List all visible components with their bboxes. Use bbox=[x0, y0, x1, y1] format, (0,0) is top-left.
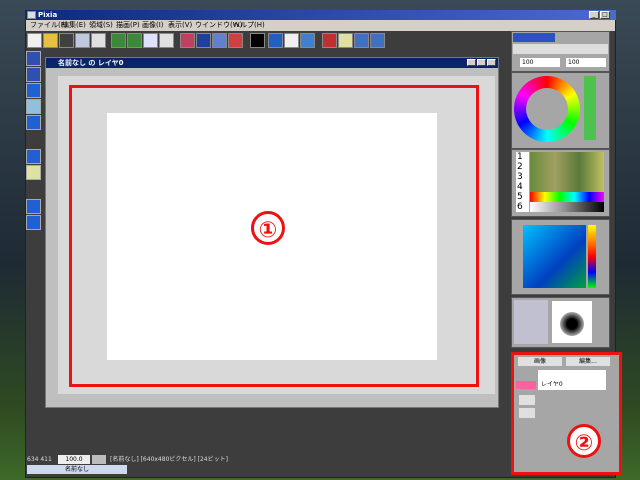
callout-one: ① bbox=[251, 211, 285, 245]
pen-tool-icon[interactable] bbox=[26, 67, 41, 82]
palette-row-4[interactable]: 4 bbox=[517, 182, 523, 192]
status-info: [名前なし] [640x480ピクセル] [24ビット] bbox=[110, 456, 228, 463]
palette-row-1[interactable]: 1 bbox=[517, 152, 523, 162]
window-title: Pixia bbox=[38, 11, 58, 19]
brush-preview-dot bbox=[560, 312, 584, 336]
canvas-title: 名前なし の レイヤ0 bbox=[58, 59, 124, 67]
canvas-close-button[interactable] bbox=[487, 59, 496, 66]
gradient-tool-icon[interactable] bbox=[26, 99, 41, 114]
zoom-field[interactable]: 100.0 bbox=[58, 455, 90, 464]
callout-two: ② bbox=[567, 424, 601, 458]
layer-icon[interactable] bbox=[268, 33, 283, 48]
record-icon[interactable] bbox=[322, 33, 337, 48]
print-icon[interactable] bbox=[91, 33, 106, 48]
circle-icon[interactable] bbox=[300, 33, 315, 48]
color-swatch-icon[interactable] bbox=[250, 33, 265, 48]
select-tool-icon[interactable] bbox=[26, 115, 41, 130]
brush-size-field[interactable]: 100 bbox=[520, 58, 560, 67]
gradient-picker[interactable] bbox=[523, 225, 586, 288]
eraser-icon[interactable] bbox=[228, 33, 243, 48]
app-icon bbox=[27, 11, 36, 19]
menu-help[interactable]: ヘルプ(H) bbox=[233, 20, 265, 31]
stamp-tool-icon[interactable] bbox=[26, 199, 41, 214]
menu-edit[interactable]: 編集(E) bbox=[62, 20, 86, 31]
menu-bar bbox=[26, 20, 615, 31]
open-icon[interactable] bbox=[43, 33, 58, 48]
value-slider[interactable] bbox=[584, 76, 596, 140]
palette-row-3[interactable]: 3 bbox=[517, 172, 523, 182]
pen-icon[interactable] bbox=[196, 33, 211, 48]
save-icon[interactable] bbox=[75, 33, 90, 48]
palette-row-6[interactable]: 6 bbox=[517, 202, 523, 212]
brush-icon[interactable] bbox=[180, 33, 195, 48]
texture-swatches[interactable] bbox=[530, 152, 604, 192]
palette-row-2[interactable]: 2 bbox=[517, 162, 523, 172]
document-tab[interactable]: 名前なし bbox=[27, 465, 127, 474]
copy-icon[interactable] bbox=[143, 33, 158, 48]
minimize-button[interactable]: _ bbox=[589, 11, 599, 19]
check-icon[interactable] bbox=[338, 33, 353, 48]
brush-shape-row[interactable] bbox=[513, 44, 608, 54]
menu-select[interactable]: 領域(S) bbox=[89, 20, 113, 31]
fill-icon[interactable] bbox=[212, 33, 227, 48]
camera-icon[interactable] bbox=[59, 33, 74, 48]
color-swatches[interactable] bbox=[530, 192, 604, 202]
smudge-tool-icon[interactable] bbox=[26, 215, 41, 230]
paste-icon[interactable] bbox=[159, 33, 174, 48]
brush-mode-tabs[interactable] bbox=[513, 33, 555, 42]
new-icon[interactable] bbox=[27, 33, 42, 48]
pencil-tool-icon[interactable] bbox=[26, 51, 41, 66]
maximize-button[interactable]: □ bbox=[600, 11, 610, 19]
palette-row-5[interactable]: 5 bbox=[517, 192, 523, 202]
menu-view[interactable]: 表示(V) bbox=[168, 20, 192, 31]
undo-icon[interactable] bbox=[111, 33, 126, 48]
color-wheel-inner bbox=[526, 88, 568, 130]
globe-icon[interactable] bbox=[354, 33, 369, 48]
canvas-maximize-button[interactable] bbox=[477, 59, 486, 66]
gray-swatches[interactable] bbox=[530, 202, 604, 212]
status-coords: 634 411 bbox=[27, 456, 52, 463]
rect-tool-icon[interactable] bbox=[26, 83, 41, 98]
info-icon[interactable] bbox=[370, 33, 385, 48]
zoom-button[interactable] bbox=[92, 455, 106, 464]
redo-icon[interactable] bbox=[127, 33, 142, 48]
menu-image[interactable]: 画像(I) bbox=[142, 20, 164, 31]
brush-shape-grid[interactable] bbox=[514, 300, 548, 344]
menu-draw[interactable]: 描画(P) bbox=[116, 20, 140, 31]
move-tool-icon[interactable] bbox=[26, 149, 41, 164]
title-bar[interactable] bbox=[25, 10, 616, 20]
gradient-bar[interactable] bbox=[588, 225, 596, 288]
canvas-minimize-button[interactable] bbox=[467, 59, 476, 66]
highlight-layer-panel bbox=[511, 352, 622, 475]
settings-icon[interactable] bbox=[284, 33, 299, 48]
brush-opacity-field[interactable]: 100 bbox=[566, 58, 606, 67]
mosaic-tool-icon[interactable] bbox=[26, 165, 41, 180]
